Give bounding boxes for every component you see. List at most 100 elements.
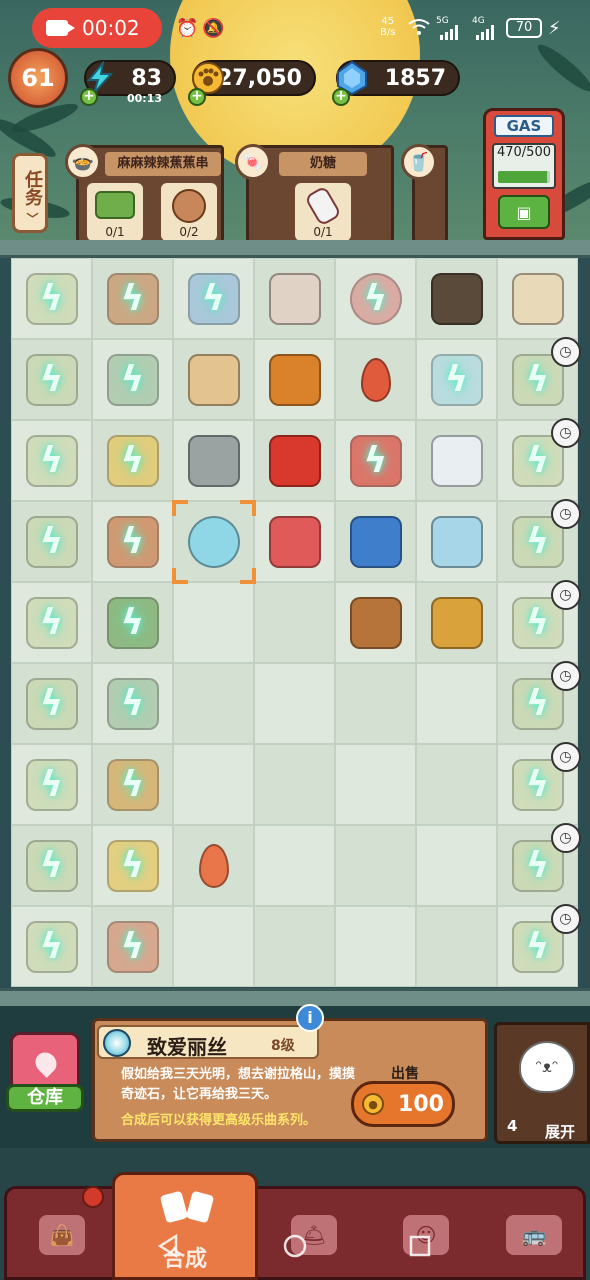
board-item[interactable]: ϟ	[17, 750, 87, 820]
board-cell[interactable]	[335, 663, 416, 744]
gas-refill-button[interactable]: ▣	[498, 195, 550, 229]
board-item[interactable]: ϟ ◷	[503, 336, 581, 415]
gas-station[interactable]: GAS 470/500 ▣	[483, 108, 565, 240]
nav-restaurant-tab[interactable]: 🛎	[264, 1200, 364, 1270]
board-item[interactable]	[260, 264, 330, 334]
nav-shop-tab[interactable]: 👜	[12, 1200, 112, 1270]
board-item[interactable]: ϟ ◷	[503, 903, 581, 982]
order-card[interactable]: 🥤	[401, 144, 448, 243]
board-cell[interactable]	[416, 663, 497, 744]
board-item[interactable]: ϟ	[341, 264, 411, 334]
board-item[interactable]: ϟ	[98, 669, 168, 739]
board-cell[interactable]	[254, 744, 335, 825]
board-item[interactable]: ϟ	[98, 426, 168, 496]
board-item[interactable]: ϟ	[17, 507, 87, 577]
nav-bus-tab[interactable]: 🚌	[484, 1200, 584, 1270]
item-name: 致爱丽丝	[147, 1035, 227, 1059]
board-cell[interactable]	[416, 825, 497, 906]
board-item[interactable]	[260, 345, 330, 415]
screen-recording-indicator[interactable]: 00:02	[32, 8, 162, 48]
board-item[interactable]	[179, 507, 249, 577]
board-item[interactable]: ϟ	[179, 264, 249, 334]
system-recents-button[interactable]	[406, 1232, 434, 1264]
milk-candy-icon	[304, 185, 342, 227]
locked-lightning-icon: ϟ	[120, 602, 145, 643]
add-energy-icon[interactable]: +	[80, 88, 98, 106]
board-item[interactable]	[422, 507, 492, 577]
player-level-badge[interactable]: 61	[8, 48, 68, 108]
board-item[interactable]	[341, 345, 411, 415]
board-cell[interactable]	[416, 744, 497, 825]
board-item[interactable]: ϟ ◷	[503, 822, 581, 901]
board-cell[interactable]	[335, 825, 416, 906]
item-info-button[interactable]: i	[296, 1004, 324, 1032]
order-slot[interactable]: 0/2	[161, 183, 217, 241]
add-coins-icon[interactable]: +	[188, 88, 206, 106]
board-item[interactable]	[179, 426, 249, 496]
board-item[interactable]: ϟ	[341, 426, 411, 496]
board-item[interactable]	[341, 588, 411, 658]
board-item[interactable]: ϟ	[98, 831, 168, 901]
board-cell[interactable]	[254, 663, 335, 744]
board-item[interactable]	[422, 264, 492, 334]
board-item[interactable]: ϟ	[17, 588, 87, 658]
board-item[interactable]: ϟ	[17, 426, 87, 496]
board-item[interactable]: ϟ	[422, 345, 492, 415]
board-cell[interactable]	[173, 582, 254, 663]
board-item[interactable]	[422, 588, 492, 658]
board-cell[interactable]	[254, 582, 335, 663]
order-slot[interactable]: 0/1	[87, 183, 143, 241]
order-title: 麻麻辣辣蕉蕉串	[105, 152, 221, 176]
board-item[interactable]: ϟ	[17, 264, 87, 334]
board-item[interactable]: ϟ	[98, 264, 168, 334]
board-item[interactable]	[179, 345, 249, 415]
order-card[interactable]: 🍲 麻麻辣辣蕉蕉串 0/1 0/2	[65, 144, 224, 243]
board-item[interactable]: ϟ ◷	[503, 741, 581, 820]
board-item[interactable]: ϟ	[98, 507, 168, 577]
system-back-button[interactable]	[154, 1232, 182, 1264]
board-item[interactable]: ϟ	[98, 912, 168, 982]
board-item[interactable]: ϟ	[17, 345, 87, 415]
board-item[interactable]: ϟ	[98, 750, 168, 820]
board-item[interactable]	[503, 264, 573, 334]
board-item[interactable]: ϟ	[17, 669, 87, 739]
board-cell[interactable]	[335, 744, 416, 825]
order-slot[interactable]: 0/1	[295, 183, 351, 241]
board-item[interactable]: ϟ	[17, 831, 87, 901]
board-item[interactable]	[260, 507, 330, 577]
board-item[interactable]: ϟ ◷	[503, 579, 581, 658]
battery-level: 70	[506, 18, 542, 38]
sell-button[interactable]: ● 100	[351, 1081, 455, 1127]
bottles-icon	[430, 434, 483, 487]
board-cell[interactable]	[173, 663, 254, 744]
board-item[interactable]	[422, 426, 492, 496]
board-item[interactable]	[260, 426, 330, 496]
expand-panel[interactable]: ᵔᴥᵔ 4 展开	[494, 1022, 590, 1144]
board-item[interactable]: ϟ ◷	[503, 660, 581, 739]
board-cell[interactable]	[173, 744, 254, 825]
snow-globe-icon	[187, 515, 240, 568]
gem-value: 1857	[384, 65, 446, 91]
gem-counter[interactable]: + 1857	[332, 60, 460, 106]
board-item[interactable]: ϟ ◷	[503, 417, 581, 496]
board-item[interactable]: ϟ	[17, 912, 87, 982]
order-card[interactable]: 🍬 奶糖 0/1	[235, 144, 394, 243]
board-cell[interactable]	[254, 906, 335, 987]
coin-counter[interactable]: + 27,050	[188, 60, 316, 106]
board-item[interactable]: ϟ	[98, 345, 168, 415]
board-cell[interactable]	[335, 906, 416, 987]
board-item[interactable]	[179, 831, 249, 901]
board-item[interactable]	[341, 507, 411, 577]
board-cell[interactable]	[254, 825, 335, 906]
tasks-button[interactable]: 任务 ﹀	[12, 153, 48, 233]
locked-lightning-icon: ϟ	[39, 764, 64, 805]
warehouse-button[interactable]: 仓库	[6, 1028, 84, 1114]
board-item[interactable]: ϟ ◷	[503, 498, 581, 577]
nav-merge-tab[interactable]: 合成	[112, 1172, 258, 1280]
energy-counter[interactable]: + 83	[80, 60, 176, 106]
board-cell[interactable]	[416, 906, 497, 987]
add-gems-icon[interactable]: +	[332, 88, 350, 106]
board-cell[interactable]	[173, 906, 254, 987]
board-item[interactable]: ϟ	[98, 588, 168, 658]
system-home-button[interactable]	[281, 1232, 309, 1264]
